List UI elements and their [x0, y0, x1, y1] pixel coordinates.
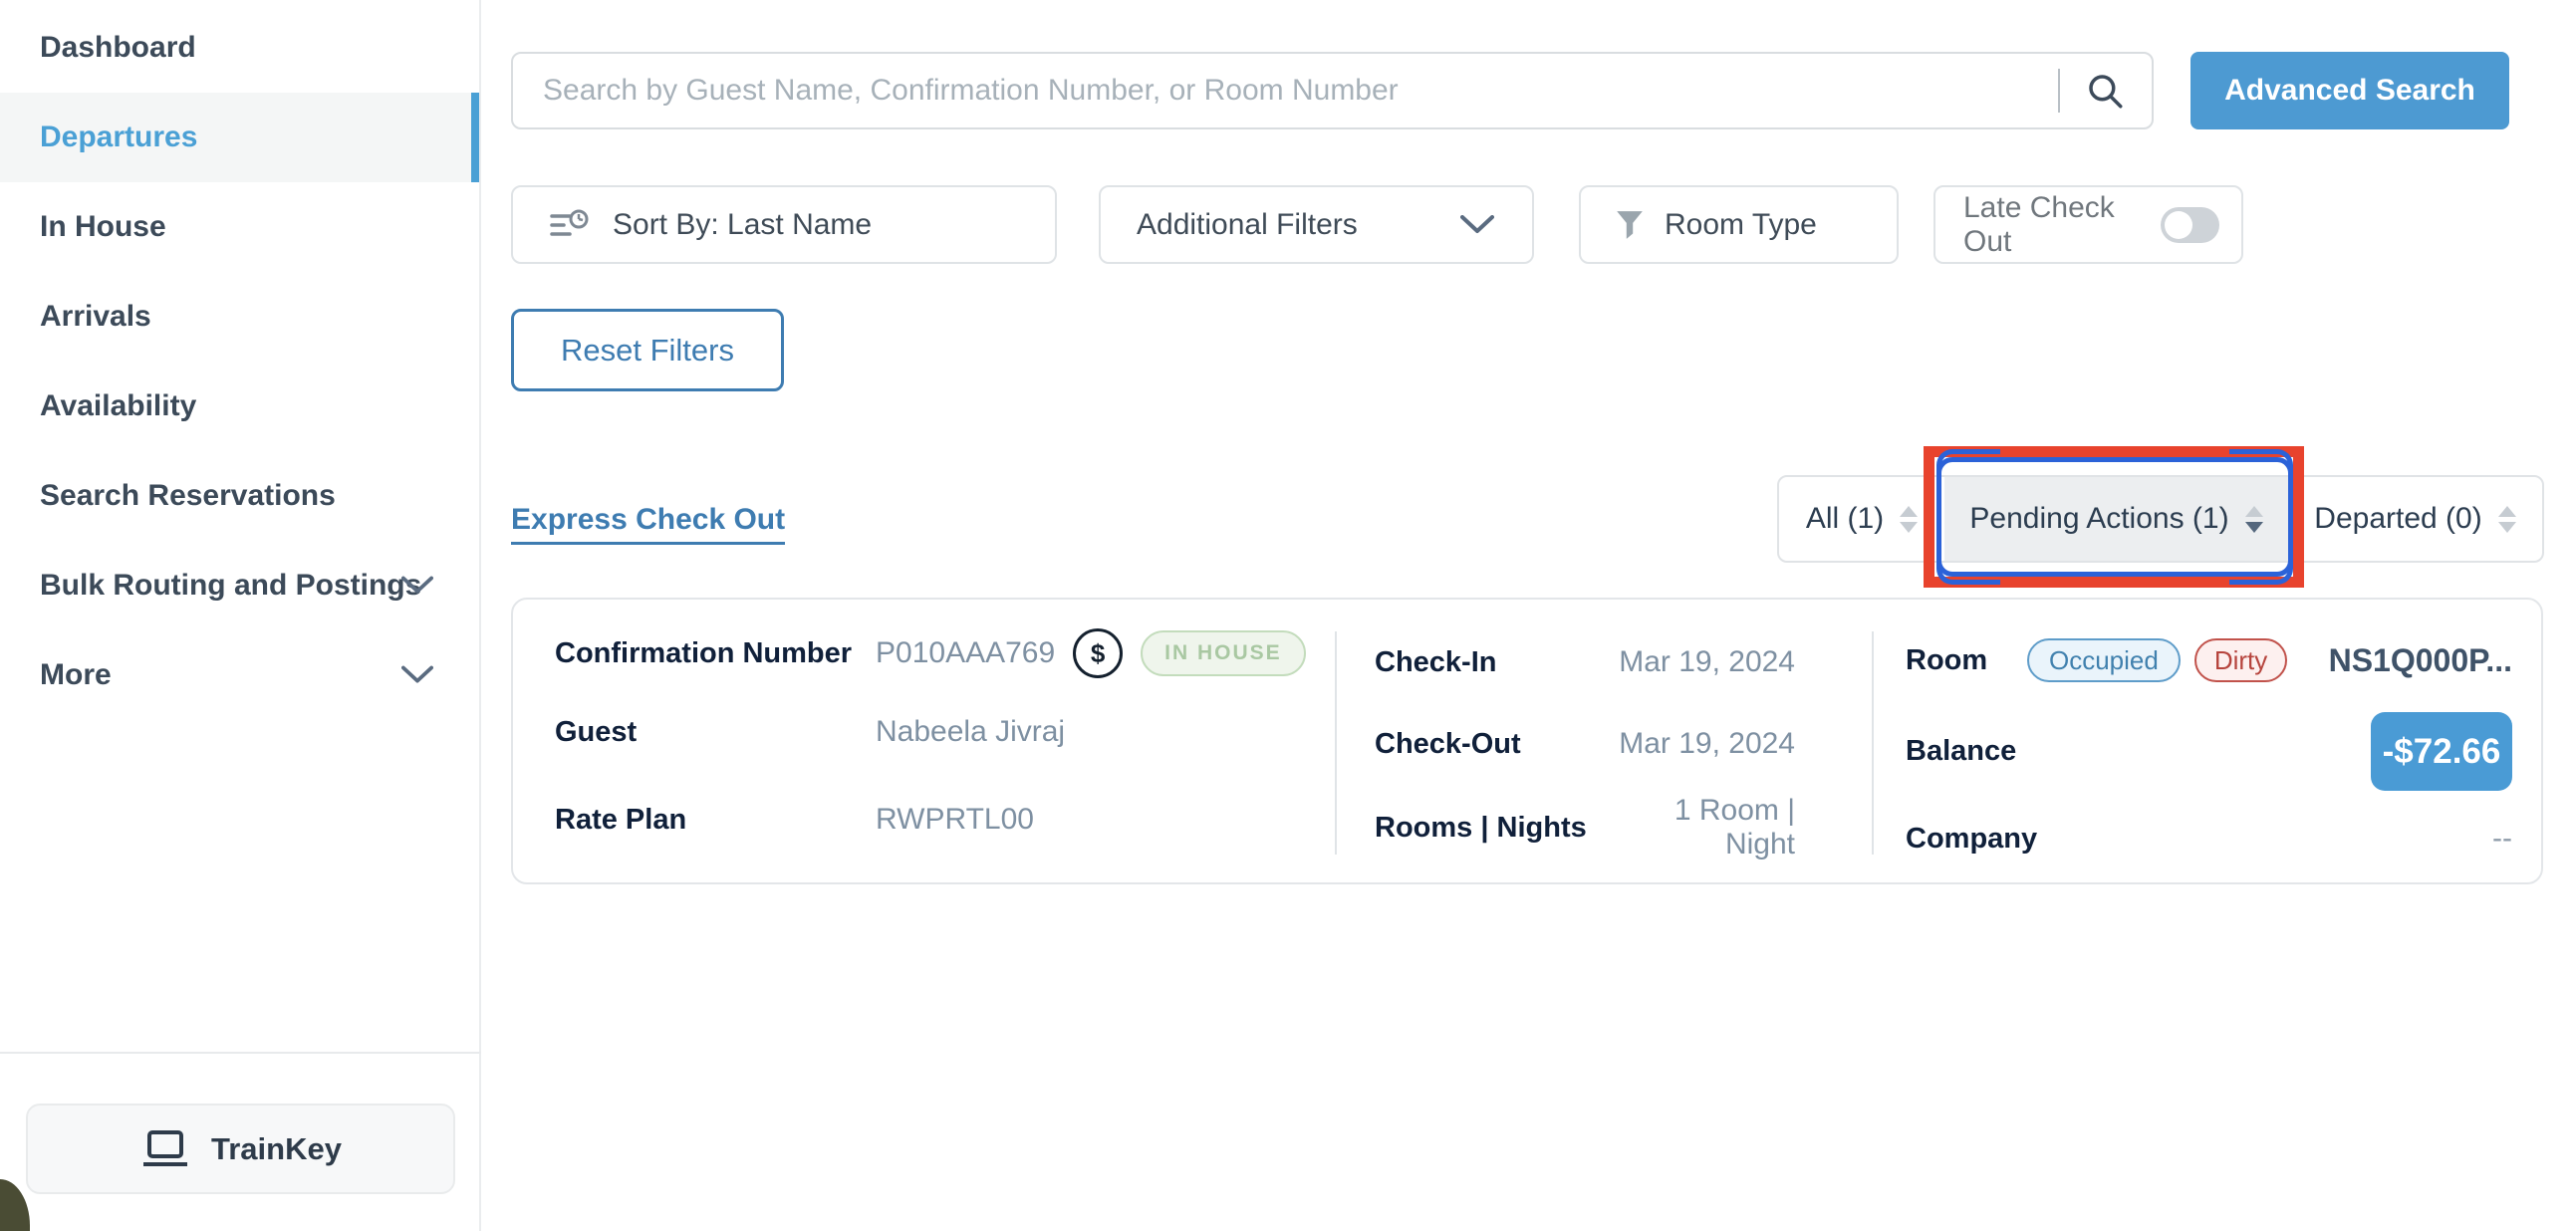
card-divider — [1872, 631, 1874, 855]
sidebar-nav: Dashboard Departures In House Arrivals A… — [0, 3, 479, 720]
rooms-nights-value: 1 Room | Night — [1616, 794, 1795, 862]
sidebar-item-label: Availability — [40, 389, 196, 423]
sidebar-item-label: Bulk Routing and Postings — [40, 569, 421, 603]
dollar-circle-icon[interactable]: $ — [1073, 628, 1123, 678]
rooms-nights-row: Rooms | Nights 1 Room | Night — [1375, 802, 1795, 854]
room-type-filter[interactable]: Room Type — [1579, 185, 1899, 264]
sort-by-dropdown[interactable]: Sort By: Last Name — [511, 185, 1057, 264]
chevron-down-icon — [401, 666, 433, 685]
trainkey-button[interactable]: TrainKey — [26, 1104, 455, 1194]
chevron-down-icon — [401, 577, 433, 596]
room-number-value: NS1Q000P... — [2329, 642, 2512, 679]
late-check-out-toggle[interactable] — [2161, 207, 2219, 243]
departures-page: Dashboard Departures In House Arrivals A… — [0, 0, 2576, 1231]
check-out-row: Check-Out Mar 19, 2024 — [1375, 718, 1795, 770]
tab-all[interactable]: All (1) — [1779, 477, 1944, 561]
guest-value: Nabeela Jivraj — [876, 715, 1065, 749]
late-check-out-filter: Late Check Out — [1933, 185, 2243, 264]
search-input[interactable] — [541, 73, 2058, 109]
sidebar-item-label: Arrivals — [40, 300, 151, 334]
tab-pending-actions[interactable]: Pending Actions (1) — [1944, 477, 2288, 561]
reservation-card: Confirmation Number P010AAA769 $ IN HOUS… — [511, 598, 2543, 884]
check-out-value: Mar 19, 2024 — [1616, 727, 1795, 761]
check-in-value: Mar 19, 2024 — [1616, 645, 1795, 679]
sidebar-item-label: Search Reservations — [40, 479, 336, 513]
tab-pending-label: Pending Actions (1) — [1969, 502, 2228, 536]
company-label: Company — [1906, 823, 2037, 856]
sidebar-item-more[interactable]: More — [0, 630, 479, 720]
room-type-label: Room Type — [1665, 208, 1817, 242]
guest-row: Guest Nabeela Jivraj — [555, 706, 1065, 758]
rooms-nights-label: Rooms | Nights — [1375, 812, 1616, 845]
sidebar-item-search-reservations[interactable]: Search Reservations — [0, 451, 479, 541]
room-row: Room Occupied Dirty NS1Q000P... — [1906, 634, 2512, 686]
sort-arrows-icon — [2498, 506, 2516, 533]
sidebar-item-departures[interactable]: Departures — [0, 93, 479, 182]
late-check-out-label: Late Check Out — [1963, 191, 2161, 259]
search-divider — [2058, 69, 2060, 113]
reset-filters-button[interactable]: Reset Filters — [511, 309, 784, 391]
express-check-out-link[interactable]: Express Check Out — [511, 503, 785, 545]
rate-plan-row: Rate Plan RWPRTL00 — [555, 794, 1034, 846]
company-value: -- — [2492, 822, 2512, 856]
search-icon[interactable] — [2084, 70, 2126, 112]
search-bar — [511, 52, 2154, 129]
card-divider — [1335, 631, 1337, 855]
sidebar-item-availability[interactable]: Availability — [0, 362, 479, 451]
check-in-row: Check-In Mar 19, 2024 — [1375, 636, 1795, 688]
sidebar-item-arrivals[interactable]: Arrivals — [0, 272, 479, 362]
in-house-badge: IN HOUSE — [1141, 630, 1306, 676]
room-status-badges: Occupied Dirty — [2027, 638, 2287, 682]
additional-filters-dropdown[interactable]: Additional Filters — [1099, 185, 1534, 264]
tab-all-label: All (1) — [1806, 502, 1884, 536]
check-out-label: Check-Out — [1375, 728, 1616, 761]
additional-filters-label: Additional Filters — [1137, 208, 1358, 242]
trainkey-label: TrainKey — [211, 1131, 342, 1167]
room-label: Room — [1906, 644, 2025, 677]
sidebar-item-in-house[interactable]: In House — [0, 182, 479, 272]
tab-departed-label: Departed (0) — [2314, 502, 2481, 536]
check-in-label: Check-In — [1375, 646, 1616, 679]
dirty-badge: Dirty — [2194, 638, 2287, 682]
balance-label: Balance — [1906, 735, 2016, 768]
sidebar-item-dashboard[interactable]: Dashboard — [0, 3, 479, 93]
confirmation-value: P010AAA769 — [876, 636, 1055, 670]
toggle-knob — [2165, 211, 2192, 239]
confirmation-label: Confirmation Number — [555, 637, 876, 670]
company-row: Company -- — [1906, 813, 2512, 864]
sort-arrows-icon — [2245, 506, 2263, 533]
confirmation-row: Confirmation Number P010AAA769 $ IN HOUS… — [555, 627, 1306, 679]
chevron-down-icon — [1460, 215, 1494, 235]
funnel-icon — [1615, 209, 1645, 241]
laptop-icon — [139, 1128, 191, 1170]
tab-departed[interactable]: Departed (0) — [2288, 477, 2542, 561]
sidebar: Dashboard Departures In House Arrivals A… — [0, 0, 481, 1231]
occupied-badge: Occupied — [2027, 638, 2181, 682]
advanced-search-button[interactable]: Advanced Search — [2190, 52, 2509, 129]
departure-status-tabs: All (1) Pending Actions (1) Departed (0) — [1777, 475, 2544, 563]
corner-background-shape — [0, 1179, 30, 1231]
rate-plan-label: Rate Plan — [555, 804, 876, 837]
guest-label: Guest — [555, 716, 876, 749]
sort-icon — [549, 207, 591, 243]
sidebar-item-label: In House — [40, 210, 166, 244]
sort-by-label: Sort By: Last Name — [613, 208, 872, 242]
balance-row: Balance -$72.66 — [1906, 712, 2512, 791]
balance-badge[interactable]: -$72.66 — [2371, 712, 2512, 791]
rate-plan-value: RWPRTL00 — [876, 803, 1034, 837]
sidebar-divider — [0, 1052, 481, 1054]
sidebar-item-bulk-routing[interactable]: Bulk Routing and Postings — [0, 541, 479, 630]
sidebar-item-label: More — [40, 658, 112, 692]
sidebar-item-label: Departures — [40, 121, 197, 154]
sort-arrows-icon — [1900, 506, 1918, 533]
sidebar-item-label: Dashboard — [40, 31, 196, 65]
